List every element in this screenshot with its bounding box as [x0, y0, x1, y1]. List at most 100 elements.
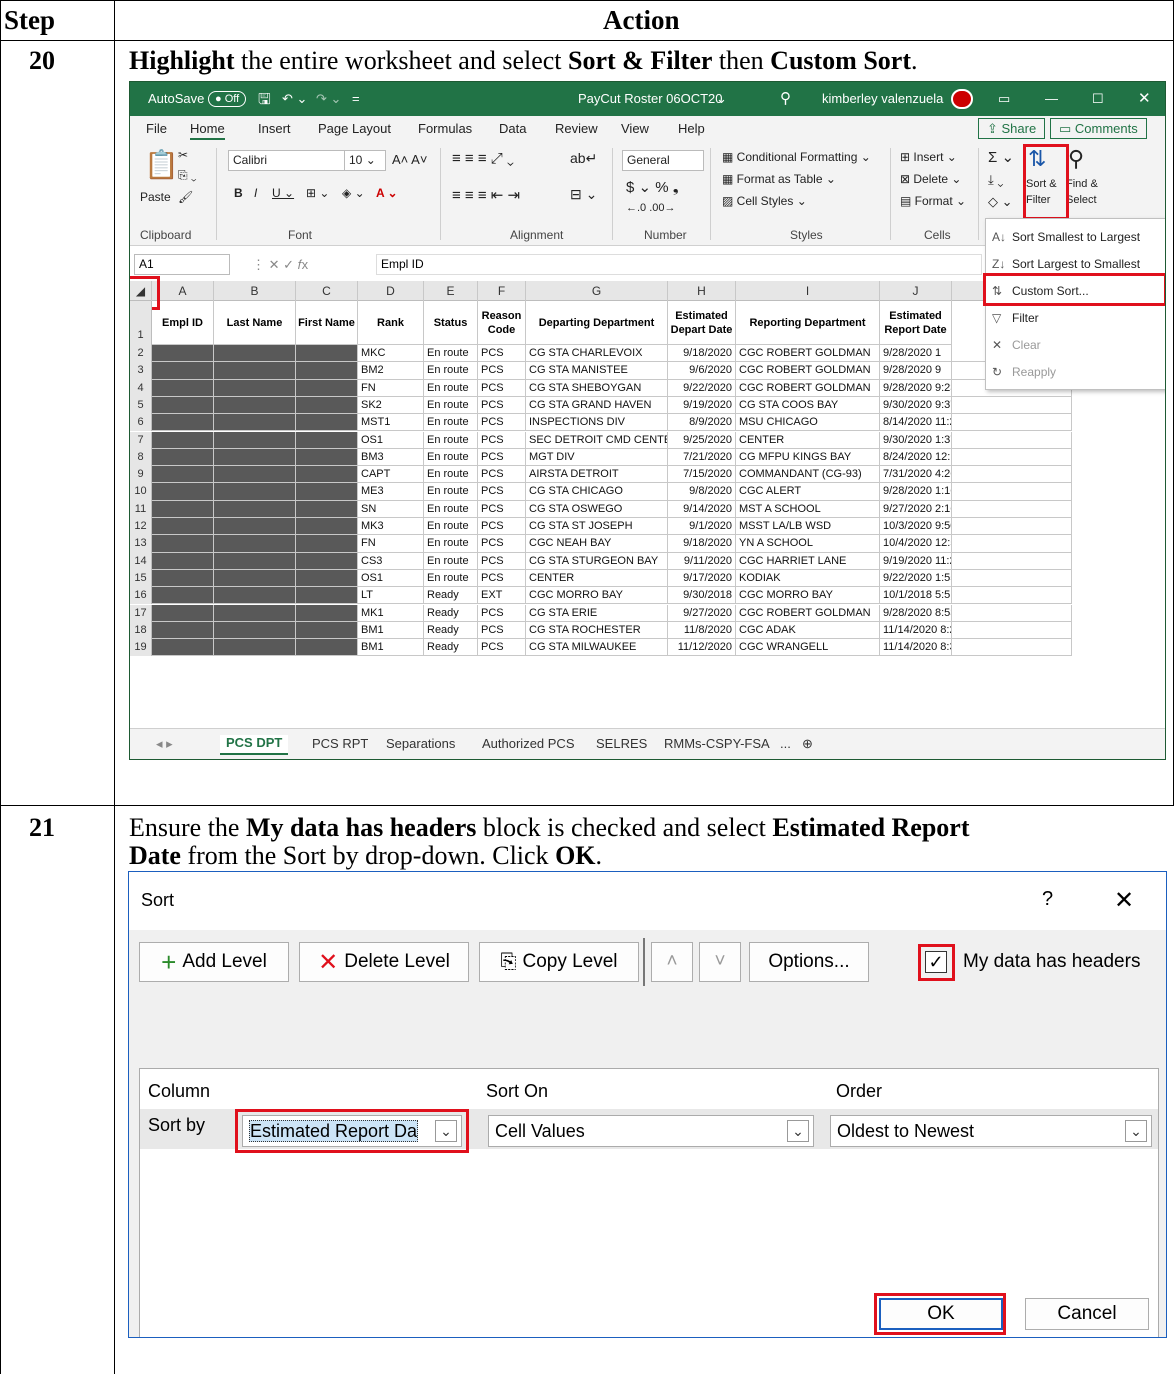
close-icon[interactable]: ✕ [1138, 89, 1151, 107]
header-cell[interactable]: Reporting Department [736, 301, 880, 345]
font-color-icon[interactable]: A ⌄ [376, 186, 398, 200]
close-button[interactable]: ✕ [1114, 886, 1134, 915]
help-button[interactable]: ? [1042, 888, 1053, 911]
table-cell[interactable]: 7/15/2020 [668, 466, 736, 484]
sort-menu-item[interactable]: A↓ Sort Smallest to Largest [992, 225, 1162, 249]
redacted-cell[interactable] [296, 448, 358, 467]
table-cell[interactable]: 9/30/2020 9:37:17.78021 [880, 396, 952, 415]
table-cell[interactable]: CENTER [736, 431, 880, 449]
redacted-cell[interactable] [152, 396, 214, 415]
redacted-cell[interactable] [214, 604, 296, 622]
row-header[interactable]: 9 [130, 466, 152, 484]
table-cell[interactable]: AIRSTA DETROIT [526, 466, 668, 484]
table-cell[interactable]: En route [424, 500, 478, 518]
find-icon[interactable]: ⚲ [1068, 146, 1084, 172]
column-header-c[interactable]: C [296, 281, 358, 301]
redacted-cell[interactable] [214, 483, 296, 501]
copy-icon[interactable]: ⎘ ⌄ [178, 168, 197, 183]
undo-icon[interactable]: ↶ ⌄ [282, 91, 307, 107]
table-cell[interactable] [952, 518, 1072, 536]
row-header[interactable]: 3 [130, 362, 152, 380]
sheet-tab-authorized-pcs[interactable]: Authorized PCS [482, 736, 575, 751]
table-cell[interactable] [952, 414, 1072, 432]
redacted-cell[interactable] [214, 535, 296, 553]
table-cell[interactable]: PCS [478, 483, 526, 501]
currency-icon[interactable]: $ ⌄ % ❟ [626, 178, 679, 196]
redacted-cell[interactable] [152, 518, 214, 536]
table-cell[interactable]: PCS [478, 518, 526, 536]
table-cell[interactable]: 11/8/2020 [668, 621, 736, 640]
table-cell[interactable]: MK3 [358, 518, 424, 536]
redacted-cell[interactable] [296, 587, 358, 605]
table-cell[interactable]: MST1 [358, 414, 424, 432]
clear-icon[interactable]: ◇ ⌄ [988, 194, 1013, 210]
table-cell[interactable] [952, 621, 1072, 640]
table-cell[interactable]: CG STA GRAND HAVEN [526, 396, 668, 415]
formula-input[interactable]: Empl ID [376, 254, 982, 275]
redacted-cell[interactable] [214, 379, 296, 397]
prev-sheet-icon[interactable]: ◂ ▸ [156, 736, 173, 752]
table-cell[interactable]: 9/18/2020 [668, 535, 736, 553]
table-cell[interactable]: PCS [478, 379, 526, 397]
header-cell[interactable]: Reason Code [478, 301, 526, 345]
sort-menu-item[interactable]: ✕ Clear [992, 333, 1162, 357]
menu-data[interactable]: Data [499, 121, 526, 136]
ribbon-display-icon[interactable]: ▭ [998, 91, 1010, 107]
table-cell[interactable]: BM1 [358, 639, 424, 657]
format-painter-icon[interactable]: 🖌 [178, 190, 193, 204]
cancel-button[interactable]: Cancel [1025, 1298, 1149, 1330]
order-select[interactable]: Oldest to Newest ⌄ [830, 1115, 1152, 1147]
redacted-cell[interactable] [296, 396, 358, 415]
table-cell[interactable]: YN A SCHOOL [736, 535, 880, 553]
bold-icon[interactable]: B [234, 186, 243, 200]
redacted-cell[interactable] [296, 639, 358, 657]
table-cell[interactable]: CG STA CHARLEVOIX [526, 345, 668, 363]
redacted-cell[interactable] [214, 500, 296, 518]
menu-review[interactable]: Review [555, 121, 598, 136]
redacted-cell[interactable] [152, 604, 214, 622]
sort-menu-item[interactable]: ↻ Reapply [992, 360, 1162, 384]
redacted-cell[interactable] [152, 569, 214, 588]
redacted-cell[interactable] [214, 639, 296, 657]
table-cell[interactable]: PCS [478, 569, 526, 588]
table-cell[interactable]: 11/14/2020 8:34:36.77080 [880, 639, 952, 657]
header-cell[interactable]: Estimated Depart Date [668, 301, 736, 345]
table-cell[interactable]: MK1 [358, 604, 424, 622]
table-cell[interactable]: 9/28/2020 9 [880, 362, 952, 380]
cell-styles-button[interactable]: ▨ Cell Styles ⌄ [722, 194, 807, 208]
row-header[interactable]: 1 [130, 301, 152, 345]
redacted-cell[interactable] [214, 587, 296, 605]
table-cell[interactable]: CG STA CHICAGO [526, 483, 668, 501]
header-cell[interactable]: Status [424, 301, 478, 345]
redacted-cell[interactable] [296, 518, 358, 536]
redacted-cell[interactable] [214, 569, 296, 588]
share-button[interactable]: ⇪ Share [978, 118, 1046, 139]
sheet-tab-rmms[interactable]: RMMs-CSPY-FSA [664, 736, 770, 751]
paste-label[interactable]: Paste [140, 190, 171, 204]
redacted-cell[interactable] [152, 414, 214, 432]
table-cell[interactable]: 9/28/2020 1:16:46.71938 [880, 483, 952, 501]
table-cell[interactable]: SK2 [358, 396, 424, 415]
align-left-icon[interactable]: ≡ ≡ ≡ ⇤ ⇥ [452, 186, 520, 204]
redacted-cell[interactable] [296, 431, 358, 449]
table-cell[interactable]: 8/24/2020 12:18:59.9563 [880, 448, 952, 467]
file-title[interactable]: PayCut Roster 06OCT20 [578, 91, 723, 106]
table-cell[interactable]: En route [424, 448, 478, 467]
table-cell[interactable]: Ready [424, 639, 478, 657]
redacted-cell[interactable] [214, 621, 296, 640]
delete-level-button[interactable]: ✕ Delete Level [299, 942, 469, 982]
table-cell[interactable]: LT [358, 587, 424, 605]
fill-color-icon[interactable]: ◈ ⌄ [342, 186, 365, 200]
table-cell[interactable]: 9/25/2020 [668, 431, 736, 449]
row-header[interactable]: 19 [130, 639, 152, 657]
redacted-cell[interactable] [152, 621, 214, 640]
name-box[interactable]: A1 [134, 254, 230, 275]
menu-home[interactable]: Home [190, 121, 225, 140]
borders-icon[interactable]: ⊞ ⌄ [306, 186, 329, 200]
column-header-i[interactable]: I [736, 281, 880, 301]
fill-icon[interactable]: ⤓ ⌄ [988, 172, 1004, 188]
redacted-cell[interactable] [296, 466, 358, 484]
wrap-text-icon[interactable]: ab↵ [570, 150, 597, 167]
redacted-cell[interactable] [296, 379, 358, 397]
table-cell[interactable]: PCS [478, 466, 526, 484]
